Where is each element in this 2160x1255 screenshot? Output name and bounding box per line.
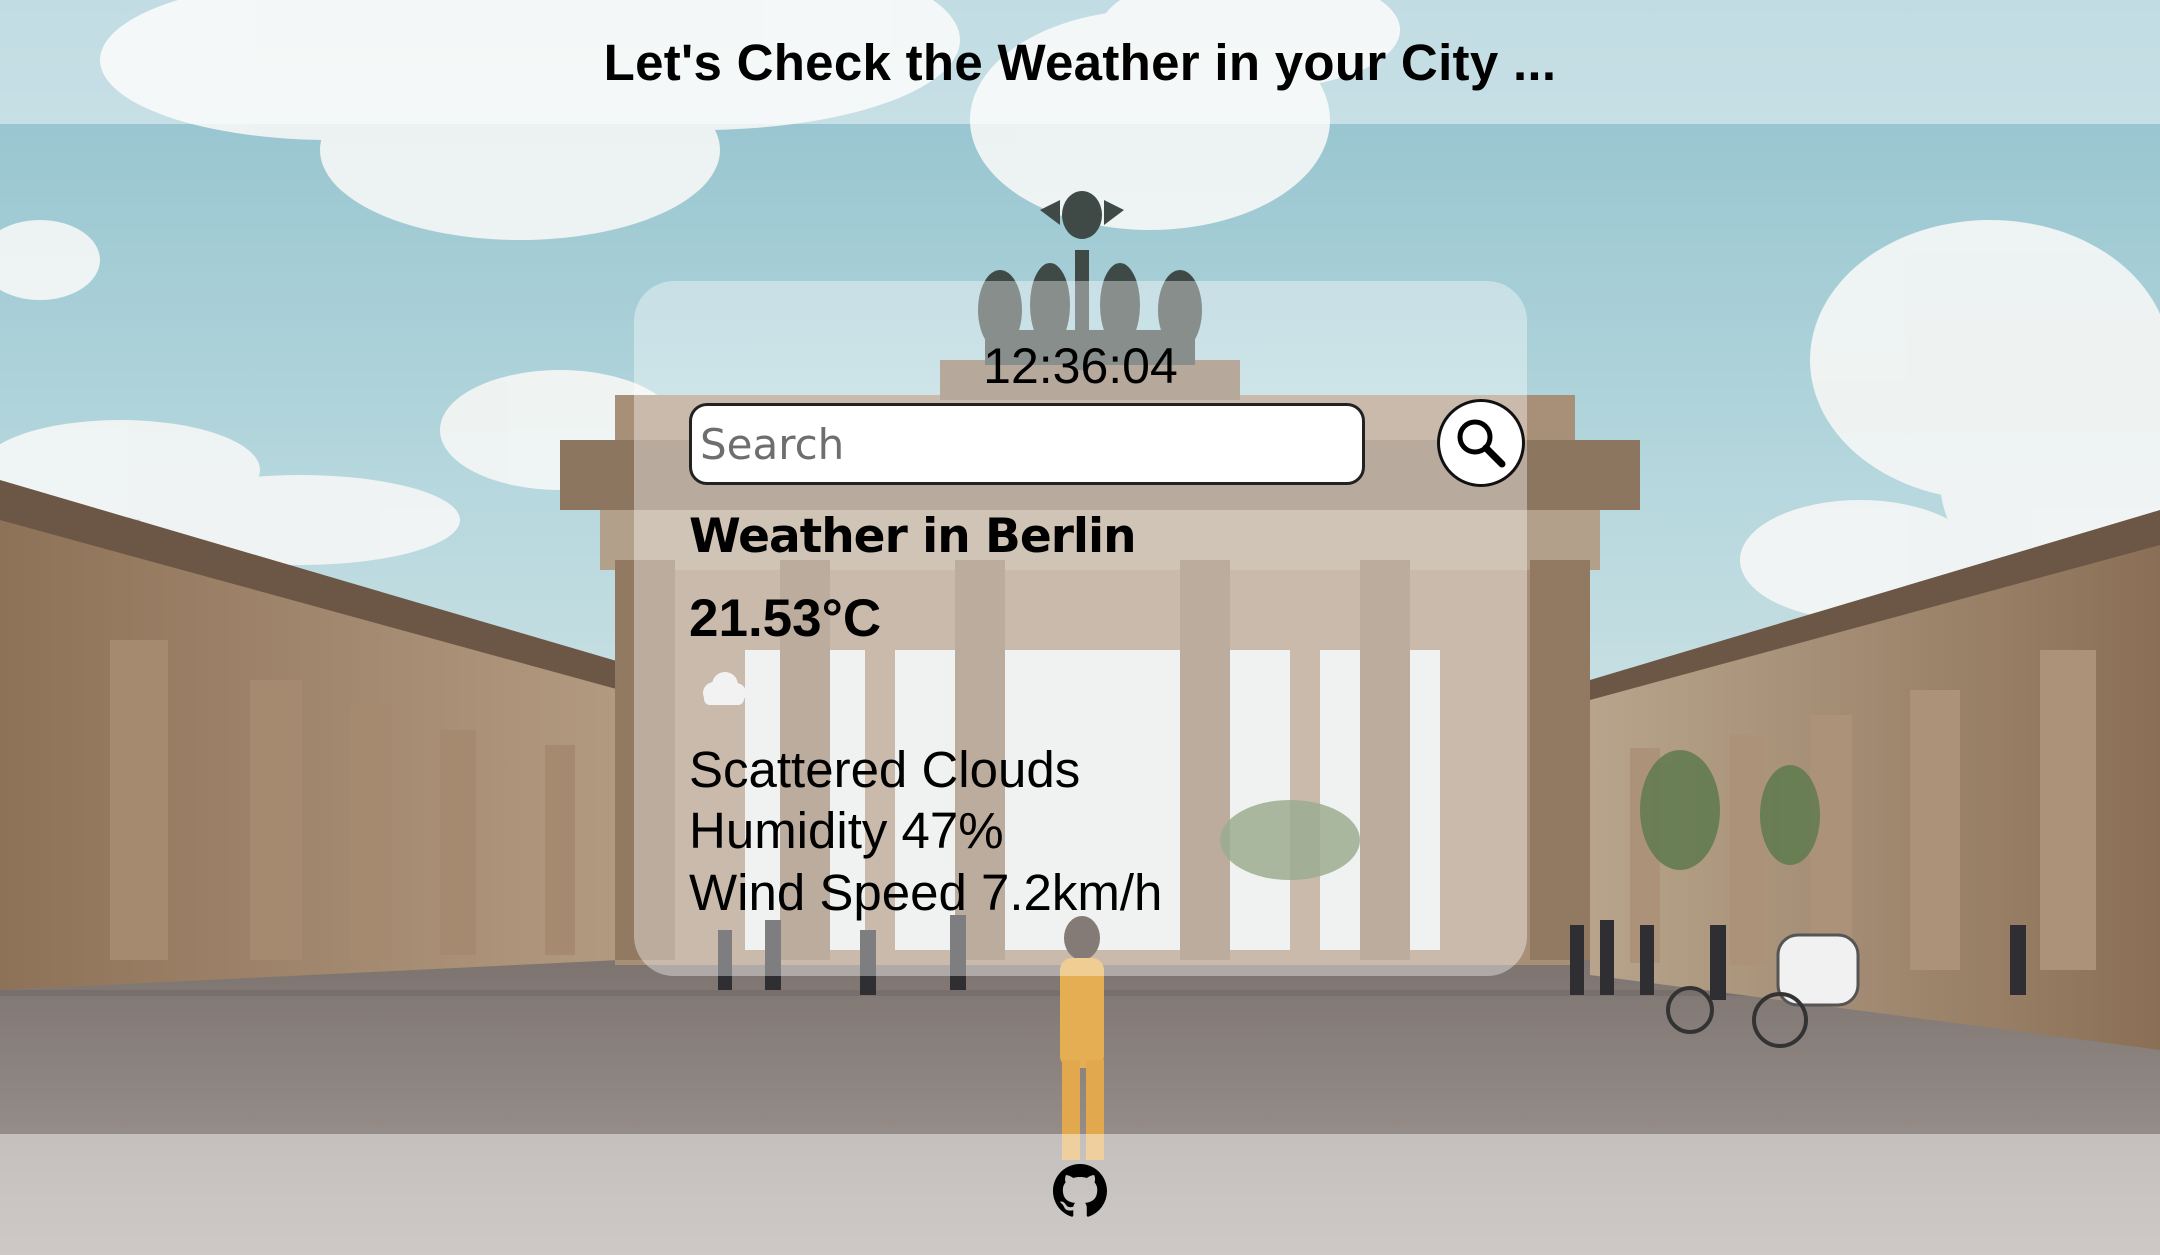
wind-speed: Wind Speed 7.2km/h bbox=[689, 864, 1163, 921]
search-icon bbox=[1454, 416, 1508, 470]
search-bar bbox=[689, 399, 1525, 489]
search-input[interactable] bbox=[689, 403, 1365, 485]
github-link[interactable] bbox=[1053, 1164, 1107, 1218]
page-header: Let's Check the Weather in your City ... bbox=[0, 0, 2160, 124]
city-heading: Weather in Berlin bbox=[689, 509, 1137, 564]
weather-description: Scattered Clouds bbox=[689, 741, 1081, 798]
clock: 12:36:04 bbox=[983, 338, 1178, 394]
humidity: Humidity 47% bbox=[689, 802, 1004, 859]
page-footer bbox=[0, 1134, 2160, 1255]
github-icon bbox=[1053, 1164, 1107, 1218]
cloud-icon bbox=[698, 671, 748, 707]
page-title: Let's Check the Weather in your City ... bbox=[603, 33, 1557, 91]
temperature: 21.53°C bbox=[689, 589, 882, 648]
weather-card: 12:36:04 Weather in Berlin 21.53°C bbox=[634, 281, 1527, 976]
page: Let's Check the Weather in your City ...… bbox=[0, 0, 2160, 1255]
search-button[interactable] bbox=[1437, 399, 1525, 487]
